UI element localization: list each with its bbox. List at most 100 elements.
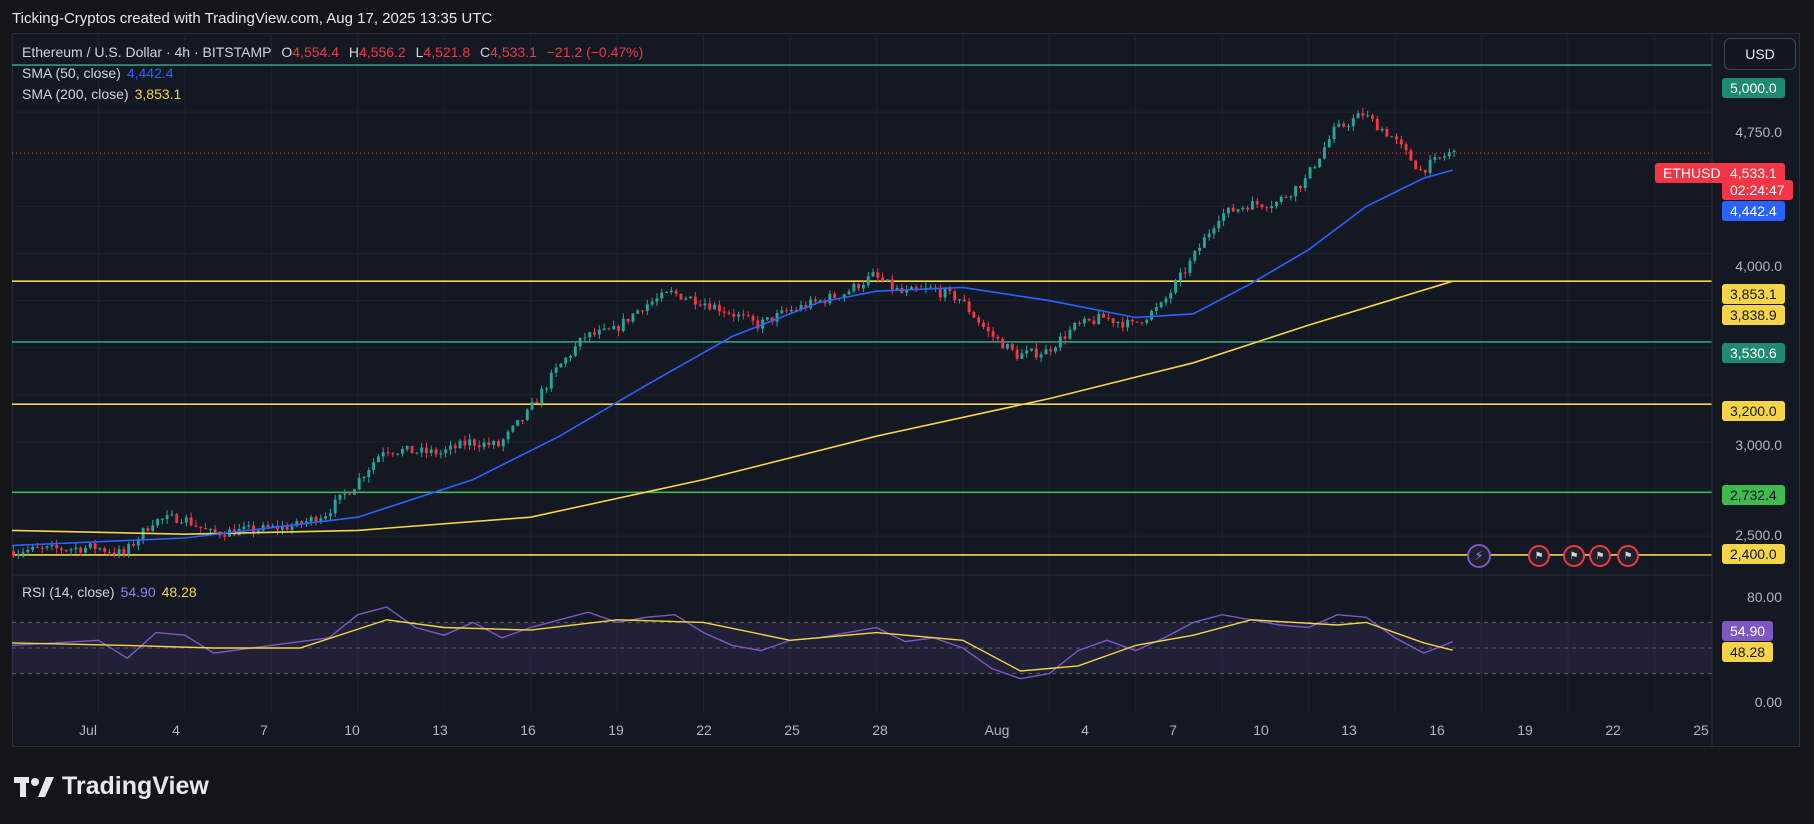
us-flag-icon[interactable]: ⚑ [1617,545,1639,567]
candle-body [708,303,712,310]
candle-body [996,336,1000,339]
change-value: −21.2 (−0.47%) [546,44,644,60]
currency-button[interactable]: USD [1724,38,1796,70]
candle-body [1361,113,1365,116]
candle-body [449,445,452,450]
low-value: L4,521.8 [415,44,471,60]
candle-body [881,277,885,281]
lightning-icon[interactable]: ⚡ [1467,544,1491,568]
candle-body [727,312,731,314]
candle-body [1063,336,1067,339]
price-chart[interactable] [0,0,1814,824]
us-flag-icon[interactable]: ⚑ [1528,545,1550,567]
candle-body [722,311,726,313]
candle-body [1337,123,1341,127]
high-value: H4,556.2 [348,44,406,60]
us-flag-icon[interactable]: ⚑ [1589,545,1611,567]
candle-body [751,315,755,321]
candle-body [521,419,524,421]
candle-body [429,449,433,453]
sma50-legend-label: SMA (50, close) [22,65,121,81]
candle-body [780,310,784,314]
candle-body [1010,344,1014,350]
candle-body [1092,320,1096,324]
candle-body [420,447,424,453]
candle-body [1419,169,1422,171]
candle-body [1217,220,1221,229]
candle-body [165,515,169,519]
candle-body [84,547,87,553]
candle-body [415,452,419,454]
candle-body [1265,207,1269,209]
candle-body [1423,169,1427,173]
candle-body [1231,207,1235,212]
horizontal-levels [12,64,1712,556]
rsi-tick-0: 0.00 [1754,694,1782,710]
candle-body [1299,185,1302,189]
candle-body [972,312,976,318]
price-tick-3000: 3,000.0 [1735,437,1782,453]
candle-body [982,322,985,327]
candle-body [79,547,83,553]
candle-body [535,401,539,404]
candle-body [828,293,832,304]
candle-body [333,499,337,514]
symbol-title[interactable]: Ethereum / U.S. Dollar · 4h · BITSTAMP [22,44,271,60]
date-tick-aug-25: 25 [1693,722,1709,738]
candle-body [122,549,126,554]
candle-body [1044,349,1048,355]
candle-body [453,445,457,449]
rsi-legend-value: 54.90 [120,584,156,600]
candle-body [665,292,668,294]
ohlc-legend: Ethereum / U.S. Dollar · 4h · BITSTAMP O… [22,44,649,60]
candle-body [492,441,496,445]
candle-body [381,452,385,457]
sma50-price-label: 4,442.4 [1722,201,1785,221]
candle-body [424,447,428,453]
candle-body [1207,233,1211,238]
candle-body [679,293,683,300]
candle-body [545,388,548,390]
candle-body [1318,158,1322,168]
candle-body [12,551,15,557]
candle-body [468,439,472,446]
candle-body [117,549,121,555]
candle-body [112,552,116,555]
us-flag-icon[interactable]: ⚑ [1563,545,1585,567]
candle-body [986,326,990,332]
candle-body [213,529,217,533]
candle-body [564,357,568,364]
candle-body [914,287,918,289]
candle-body [1356,113,1360,119]
date-tick-jul-7: 7 [260,722,268,738]
candle-body [170,514,174,516]
level-3200-label: 3,200.0 [1722,401,1785,421]
rsi-legend[interactable]: RSI (14, close) 54.90 48.28 [22,584,203,600]
candle-body [958,299,961,301]
candle-body [1250,201,1254,210]
candle-body [1428,159,1432,173]
candle-body [1327,139,1331,148]
candle-body [746,315,750,317]
candle-body [1303,178,1307,189]
candle-body [876,272,880,278]
sma50-legend[interactable]: SMA (50, close) 4,442.4 [22,65,180,81]
candle-body [1313,167,1317,169]
candle-body [1351,118,1355,127]
candle-body [1395,136,1398,140]
candle-body [540,388,544,404]
grid-lines [11,33,1712,712]
candle-body [1447,152,1451,157]
candle-body [444,449,448,454]
candle-body [1111,318,1115,324]
candle-body [1169,292,1173,299]
candle-body [1323,147,1326,159]
close-value: C4,533.1 [480,44,537,60]
sma200-legend[interactable]: SMA (200, close) 3,853.1 [22,86,187,102]
candle-body [886,279,889,281]
candle-body [458,440,462,449]
tradingview-logo[interactable]: TradingView [14,772,209,801]
candle-body [895,287,899,290]
candle-body [40,547,44,549]
candle-body [862,284,865,289]
